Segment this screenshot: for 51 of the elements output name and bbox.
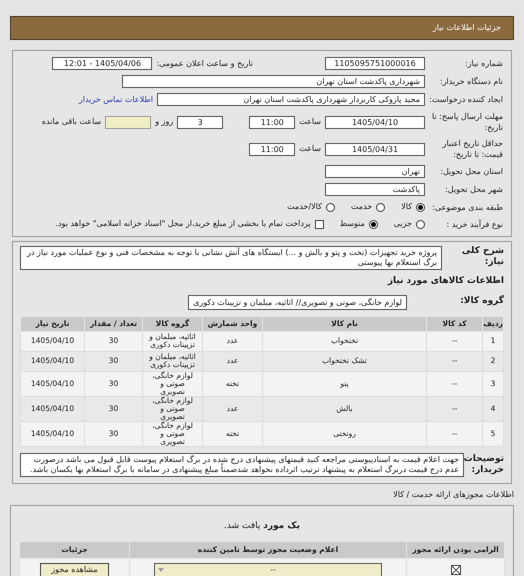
- results-count: یک مورد یافت شد.: [224, 520, 300, 530]
- field-label: شماره نیاز:: [464, 58, 503, 69]
- radio-button[interactable]: [416, 220, 425, 228]
- announce-date-field[interactable]: 1405/04/06 - 12:01: [52, 57, 152, 70]
- field-label: مهلت ارسال پاسخ: تا تاریخ:: [430, 111, 503, 133]
- section-title: اطلاعات کالاهای مورد نیاز: [386, 275, 504, 288]
- validity-time-field[interactable]: 11:00: [249, 142, 296, 156]
- radio-label: خدمت: [350, 201, 372, 213]
- field-label: ایجاد کننده درخواست:: [428, 94, 503, 105]
- field-label: ساعت: [299, 143, 321, 155]
- days-field[interactable]: 3: [177, 116, 224, 128]
- field-label: حداقل تاریخ اعتبار قیمت: تا تاریخ:: [441, 138, 503, 160]
- field-label: ساعت: [299, 116, 321, 128]
- field-label: ساعت باقی مانده: [42, 116, 102, 128]
- radio-button[interactable]: [326, 202, 335, 212]
- section-title: اطلاعات مجوزهای ارائه خدمت / کالا: [392, 488, 514, 500]
- field-label: گروه کالا:: [459, 295, 504, 308]
- deadline-date-field[interactable]: 1405/04/10: [325, 116, 425, 128]
- remaining-hours-field[interactable]: [105, 116, 152, 128]
- view-permit-button[interactable]: مشاهده مجوز: [40, 562, 109, 576]
- deadline-time-field[interactable]: 11:00: [249, 116, 296, 128]
- caret-icon: [157, 566, 165, 574]
- field-label: استان محل تحویل:: [439, 166, 503, 177]
- field-label: شرح کلی نیاز:: [460, 246, 504, 268]
- field-label: نام دستگاه خریدار:: [439, 76, 503, 87]
- field-label: توضیحات خریدار:: [464, 454, 504, 476]
- validity-date-field[interactable]: 1405/04/31: [325, 142, 425, 156]
- description-field: پروژه خرید تجهیزات (تخت و پتو و بالش و ...) ایستگاه های آتش نشانی با توجه به مشخصات فنی و نوع عملیات مورد نیاز در برگ استعلام بها پیوستی: [20, 246, 442, 270]
- page-title: جزئیات اطلاعات نیاز: [432, 22, 501, 34]
- radio-button[interactable]: [416, 202, 425, 212]
- province-field[interactable]: تهران: [325, 165, 425, 178]
- radio-button[interactable]: [376, 202, 386, 212]
- radio-label: متوسط: [340, 218, 365, 230]
- buyer-contact-link[interactable]: اطلاعات تماس خریدار: [78, 94, 153, 106]
- field-label: تاریخ و ساعت اعلان عمومی:: [156, 58, 253, 70]
- radio-label: جزیی: [394, 218, 412, 230]
- checkbox[interactable]: [314, 220, 324, 228]
- checkbox-label: پرداخت تمام یا بخشی از مبلغ خرید،از محل "اسناد خزانه اسلامی" خواهد بود.: [55, 218, 311, 230]
- field-label: شهر محل تحویل:: [444, 184, 503, 195]
- field-label: روز و: [155, 116, 174, 128]
- field-label: نوع فرآیند خرید :: [445, 218, 503, 230]
- buyer-notes-field: جهت اعلام قیمت به اسنادپیوستی مراجعه کنید قیمتهای پیشنهادی درج شده در برگ استعلام پیوست قابل قبول می باشد درصورت عدم درج قیمت دربرگ استعلام به پیشنهاد ترتیب اثرداده نخواهد شدضمناً مبلغ پیشنهادی در سامانه با برگ استعلام بها یکسان باشد.: [20, 452, 464, 476]
- radio-label: کالا/خدمت: [287, 201, 322, 213]
- requester-field[interactable]: مجید پازوکی کاربردار شهرداری پاکدشت استان تهران: [157, 93, 425, 106]
- city-field[interactable]: پاکدشت: [325, 183, 425, 196]
- need-number-field[interactable]: 1105095751000016: [325, 57, 425, 70]
- radio-button[interactable]: [368, 220, 378, 228]
- goods-group-field: لوازم خانگی، صوتی و تصویری// اثاثیه، مبلمان و تزیینات دکوری: [188, 294, 407, 310]
- field-label: طبقه بندی موضوعی:: [431, 202, 503, 212]
- radio-label: کالا: [401, 201, 412, 213]
- buyer-name-field[interactable]: شهرداری پاکدشت استان تهران: [122, 75, 425, 88]
